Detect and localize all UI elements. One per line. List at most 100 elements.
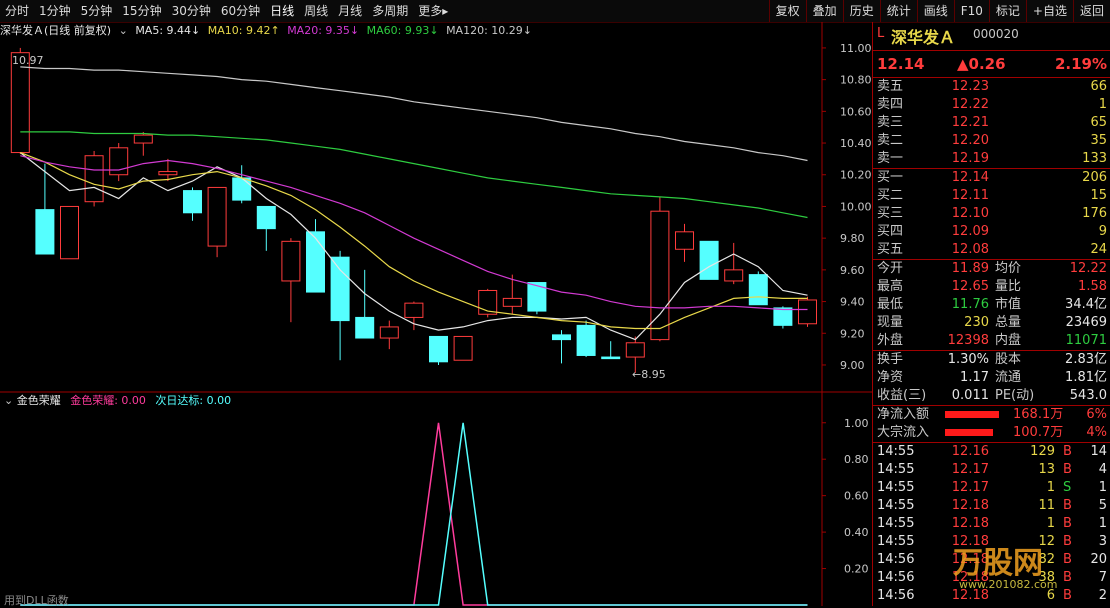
ask-row: 卖二 12.20 35 [873,132,1110,150]
candle[interactable] [478,288,498,318]
tick-volume: 13 [1038,462,1055,477]
ind-y-tick-label: 0.60 [844,490,869,503]
tick-volume: 11 [1038,498,1055,513]
candle[interactable] [724,242,744,285]
stat-value-2: 1.81亿 [1065,370,1107,385]
period-tab[interactable]: 30分钟 [167,0,216,22]
candle[interactable] [183,187,202,221]
stat-value-2: 23469 [1065,315,1107,330]
tick-side: B [1063,498,1072,513]
stat-value-2: 12.22 [1069,261,1107,276]
bid-volume: 9 [1098,224,1107,239]
candle[interactable] [650,196,670,342]
watermark-logo: 万股网 www.201082.com [913,534,1109,594]
toolbar-button[interactable]: +自选 [1025,0,1073,22]
candle[interactable] [232,165,252,204]
candle[interactable] [256,205,276,251]
stat-row: 净资 1.17 流通 1.81亿 [873,369,1110,387]
candle[interactable] [576,320,596,358]
last-price: 12.14 [877,55,925,73]
indicator-value-2: 次日达标: 0.00 [155,394,232,407]
bid-label: 买四 [877,224,904,239]
candle[interactable] [748,271,768,306]
toolbar-button[interactable]: 历史 [842,0,880,22]
candle-body [84,155,104,203]
period-tab[interactable]: 日线 [265,0,299,22]
period-tab[interactable]: 月线 [333,0,367,22]
tick-volume: 129 [1030,444,1055,459]
bid-row: 买四 12.09 9 [873,223,1110,241]
stat-label: 净资 [877,370,904,385]
period-tab[interactable]: 周线 [299,0,333,22]
toolbar-button[interactable]: F10 [953,0,989,22]
candle[interactable] [601,341,621,360]
y-tick-label: 9.00 [840,359,865,372]
indicator-line-1 [20,422,808,606]
candle[interactable] [207,186,227,258]
ask-price: 12.21 [951,115,989,130]
stat-label-2: 内盘 [995,333,1022,348]
bid-volume: 206 [1082,170,1107,185]
stat-row: 换手 1.30% 股本 2.83亿 [873,351,1110,369]
tick-count: 1 [1098,480,1107,495]
ask-row: 卖五 12.23 66 [873,78,1110,96]
indicator-name: 金色荣耀 [16,394,61,407]
period-tab[interactable]: 多周期 [367,0,413,22]
flow-pct: 4% [1086,425,1107,440]
y-tick-label: 9.40 [840,296,865,309]
chart-area[interactable]: 深华发Ａ(日线 前复权) ⌄ MA5: 9.44↓ MA10: 9.42↑ MA… [0,22,872,607]
toolbar-buttons: 复权 叠加 历史 统计 画线 F10 标记 +自选 返回 [768,0,1110,22]
bid-row: 买五 12.08 24 [873,241,1110,259]
toolbar-button[interactable]: 标记 [988,0,1026,22]
candle[interactable] [330,250,350,361]
candle-body [158,171,178,176]
candle[interactable] [355,269,375,339]
stat-label: 外盘 [877,333,904,348]
toolbar-button[interactable]: 统计 [879,0,917,22]
toolbar-button[interactable]: 画线 [916,0,954,22]
tick-price: 12.16 [951,444,989,459]
stat-value: 12.65 [951,279,989,294]
candle[interactable] [699,240,719,280]
ask-row: 卖三 12.21 65 [873,114,1110,132]
indicator-settings-icon[interactable]: ⌄ [4,394,13,407]
candle[interactable] [306,219,325,293]
ask-label: 卖五 [877,79,904,94]
kline-chart[interactable]: 11.00 10.80 10.60 10.40 10.20 10.00 9.80 9.60 9.… [0,22,872,606]
candle[interactable] [675,223,694,262]
candle[interactable] [379,320,399,350]
stat-label: 今开 [877,261,904,276]
candle[interactable] [281,238,301,323]
candle-body [625,342,645,358]
period-tab[interactable]: 5分钟 [76,0,118,22]
toolbar-button[interactable]: 叠加 [805,0,843,22]
tick-count: 14 [1090,444,1107,459]
ask-label: 卖二 [877,133,904,148]
stock-name: 深华发Ａ [891,28,956,47]
candle[interactable] [798,296,817,327]
candle[interactable] [84,150,104,207]
ask-label: 卖一 [877,151,904,166]
stat-row: 最高 12.65 量比 1.58 [873,278,1110,296]
ask-volume: 133 [1082,151,1107,166]
period-tab[interactable]: 15分钟 [117,0,166,22]
period-tab[interactable]: 更多▸ [413,0,453,22]
candle[interactable] [429,335,448,365]
ask-volume: 66 [1090,79,1107,94]
period-tab[interactable]: 分时 [0,0,34,22]
candle[interactable] [133,131,153,156]
tick-time: 14:56 [877,588,915,603]
toolbar-button[interactable]: 返回 [1072,0,1110,22]
stat-label-2: 市值 [995,297,1022,312]
bid-price: 12.09 [951,224,989,239]
bid-volume: 176 [1082,206,1107,221]
candle[interactable] [60,205,79,260]
period-tab[interactable]: 60分钟 [216,0,265,22]
candle[interactable] [453,335,473,361]
candle-body [60,205,79,260]
toolbar-button[interactable]: 复权 [768,0,806,22]
candle[interactable] [552,330,571,364]
candle[interactable] [109,143,129,182]
tick-price: 12.17 [951,462,989,477]
period-tab[interactable]: 1分钟 [34,0,76,22]
